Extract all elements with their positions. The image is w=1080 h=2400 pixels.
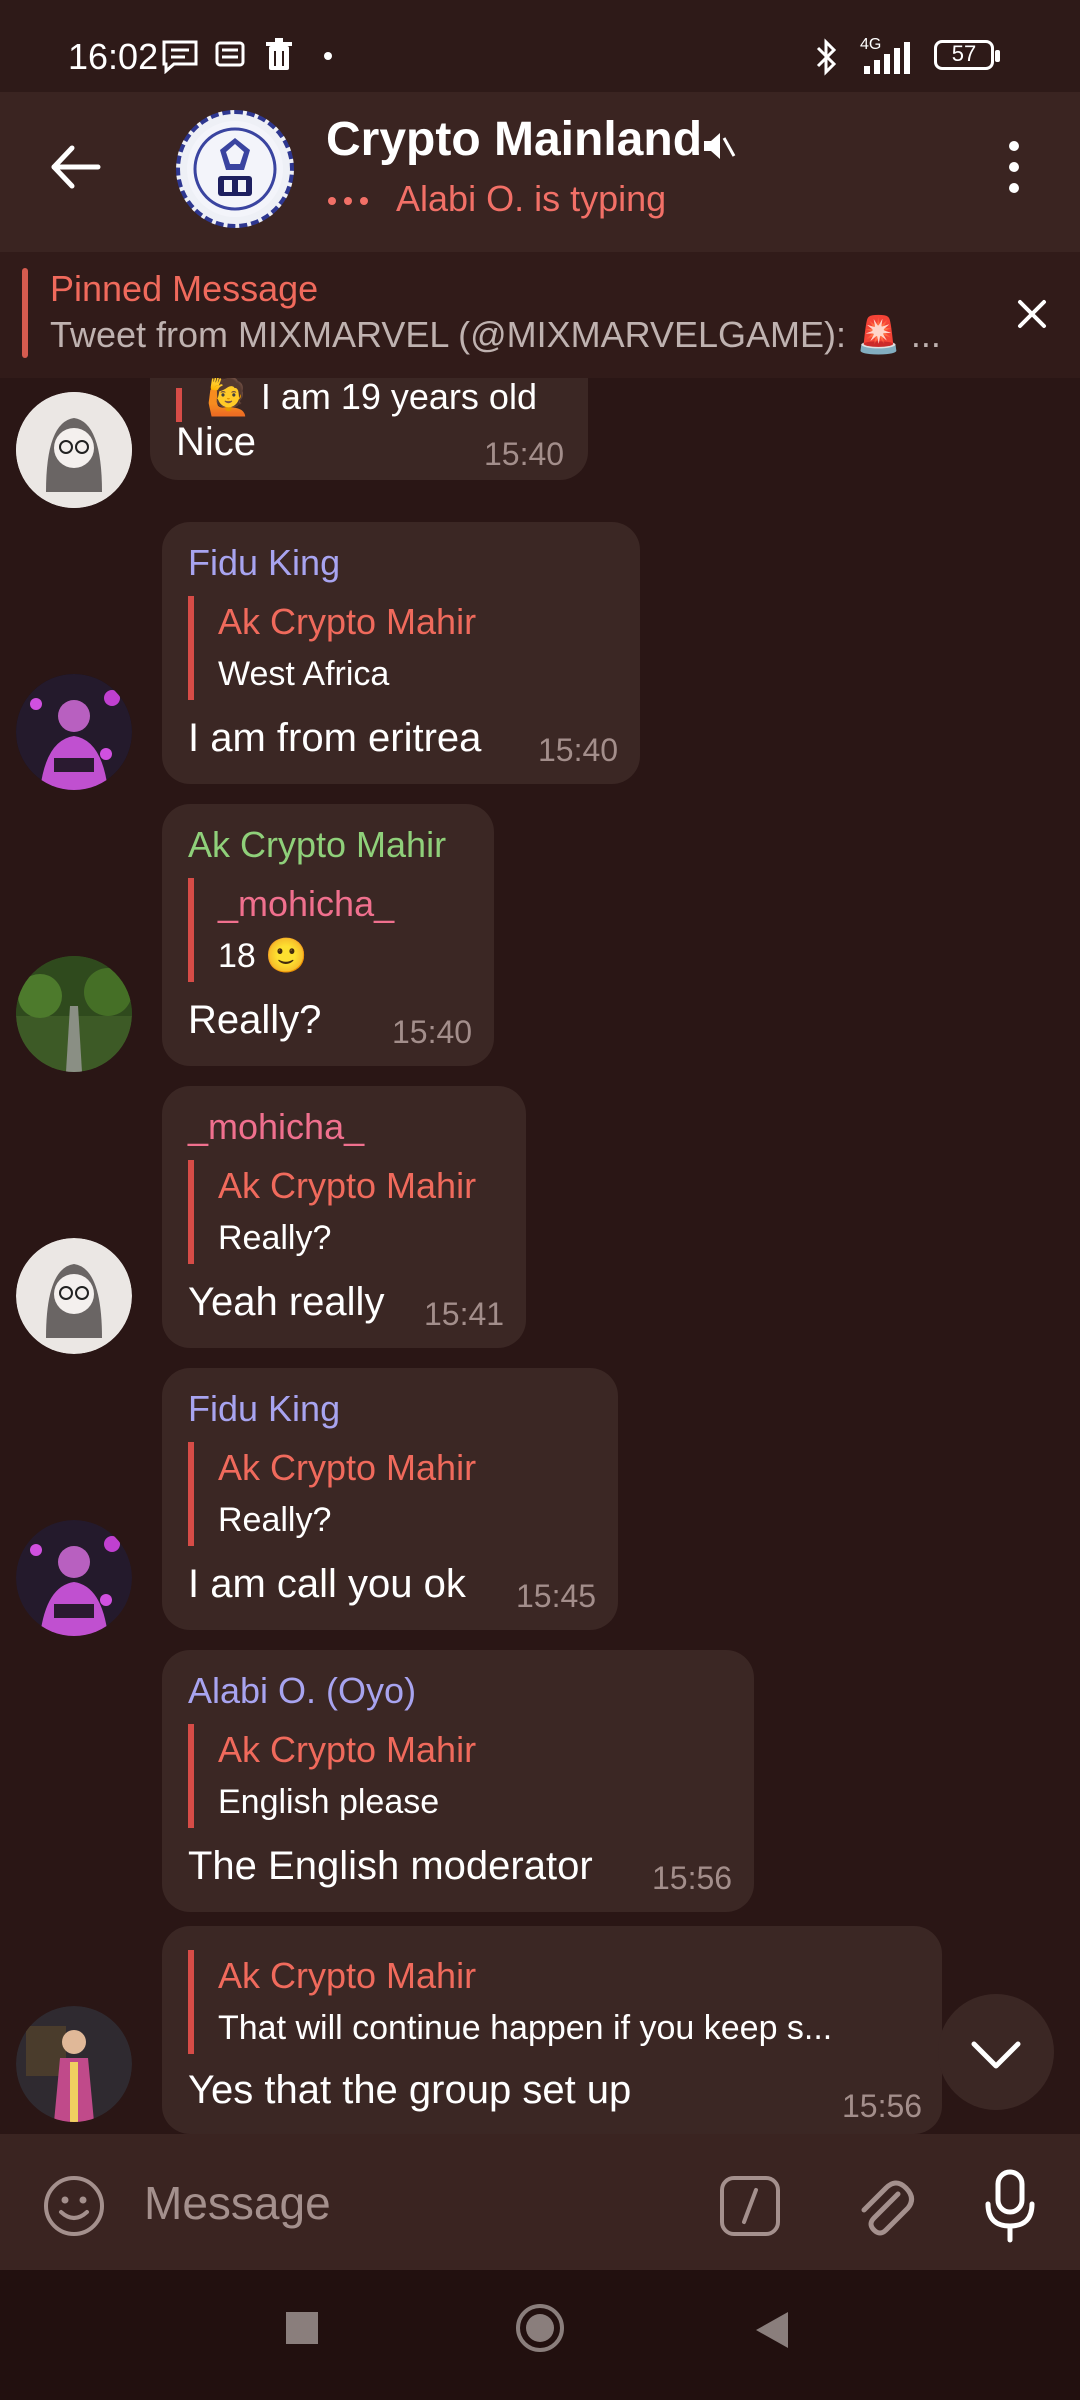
pinned-message-bar[interactable]: Pinned Message Tweet from MIXMARVEL (@MI… [0, 252, 1080, 378]
battery-icon: 57 [934, 40, 1000, 70]
message-text: Yes that the group set up [188, 2068, 632, 2112]
typing-indicator: Alabi O. is typing [326, 178, 666, 220]
message-time: 15:45 [516, 1578, 597, 1614]
message-text: I am from eritrea [188, 716, 482, 760]
reply-text: 18 🙂 [218, 937, 308, 975]
chat-title[interactable]: Crypto Mainland [326, 112, 702, 167]
pinned-text: Tweet from MIXMARVEL (@MIXMARVELGAME): 🚨… [50, 314, 941, 355]
reply-quote[interactable]: Ak Crypto Mahir Really? [188, 1442, 476, 1546]
message-text: Nice [176, 420, 257, 464]
message-bubble[interactable]: Fidu King Ak Crypto Mahir West Africa I … [162, 522, 640, 784]
more-options-icon[interactable] [994, 132, 1034, 202]
message-bubble[interactable]: _mohicha_ Ak Crypto Mahir Really? Yeah r… [162, 1086, 526, 1348]
avatar[interactable] [16, 1238, 132, 1354]
avatar[interactable] [16, 2006, 132, 2122]
reply-author: Ak Crypto Mahir [218, 601, 477, 642]
reply-quote[interactable]: Ak Crypto Mahir West Africa [188, 596, 476, 700]
message-text: I am call you ok [188, 1562, 466, 1606]
message-notification-icon [162, 40, 198, 74]
back-icon[interactable] [754, 2310, 790, 2350]
home-icon[interactable] [514, 2302, 566, 2354]
reply-text: Really? [218, 1219, 332, 1257]
message-bubble[interactable]: Ak Crypto Mahir That will continue happe… [162, 1926, 942, 2134]
bot-commands-icon[interactable] [718, 2174, 782, 2238]
message-bubble[interactable]: Alabi O. (Oyo) Ak Crypto Mahir English p… [162, 1650, 754, 1912]
reply-quote[interactable]: Ak Crypto Mahir Really? [188, 1160, 476, 1264]
reply-author: _mohicha_ [218, 883, 395, 924]
reply-text: 🙋 I am 19 years old [206, 378, 537, 417]
status-time: 16:02 [68, 36, 159, 77]
message-time: 15:40 [392, 1014, 473, 1050]
sender-name[interactable]: Fidu King [188, 542, 340, 584]
message-text: The English moderator [188, 1844, 593, 1888]
chevron-down-icon [971, 2041, 1021, 2069]
chat-header: Crypto Mainland Alabi O. is typing [0, 92, 1080, 252]
reply-quote[interactable]: Ak Crypto Mahir English please [188, 1724, 476, 1828]
pinned-title: Pinned Message [50, 268, 319, 309]
typing-dots-icon [328, 197, 368, 206]
reply-author: Ak Crypto Mahir [218, 1447, 477, 1488]
reply-author: Ak Crypto Mahir [218, 1729, 477, 1770]
reply-quote[interactable]: _mohicha_ 18 🙂 [188, 878, 394, 982]
back-arrow-icon[interactable] [40, 132, 110, 202]
reply-author: Ak Crypto Mahir [218, 1165, 477, 1206]
group-avatar[interactable] [176, 110, 294, 228]
reply-text: Really? [218, 1501, 332, 1539]
avatar[interactable] [16, 392, 132, 508]
message-time: 15:40 [538, 732, 619, 768]
message-bubble[interactable]: Fidu King Ak Crypto Mahir Really? I am c… [162, 1368, 618, 1630]
reply-author: Ak Crypto Mahir [218, 1955, 477, 1996]
recents-icon[interactable] [284, 2310, 320, 2346]
message-bubble[interactable]: 🙋 I am 19 years old Nice 15:40 [150, 378, 588, 480]
message-time: 15:56 [842, 2088, 923, 2124]
system-navigation-bar [0, 2270, 1080, 2400]
muted-speaker-icon [704, 133, 736, 159]
message-time: 15:56 [652, 1860, 733, 1896]
bluetooth-icon [816, 38, 837, 76]
typing-status: Alabi O. is typing [396, 178, 667, 219]
message-composer [0, 2134, 1080, 2270]
message-input[interactable] [142, 2164, 666, 2242]
message-bubble[interactable]: Ak Crypto Mahir _mohicha_ 18 🙂 Really? 1… [162, 804, 494, 1066]
reply-text: That will continue happen if you keep s.… [218, 2009, 833, 2047]
sender-name[interactable]: Fidu King [188, 1388, 340, 1430]
trash-icon [266, 38, 292, 70]
message-time: 15:41 [424, 1296, 505, 1332]
reply-text: West Africa [218, 655, 390, 693]
battery-level: 57 [951, 41, 977, 66]
avatar[interactable] [16, 1520, 132, 1636]
sender-name[interactable]: Ak Crypto Mahir [188, 824, 446, 866]
emoji-icon[interactable] [42, 2174, 106, 2238]
sender-name[interactable]: _mohicha_ [188, 1106, 364, 1148]
message-text: Yeah really [188, 1280, 385, 1324]
pinned-accent-bar [22, 268, 28, 358]
reply-quote[interactable]: 🙋 I am 19 years old [176, 379, 537, 422]
chat-messages[interactable]: 🙋 I am 19 years old Nice 15:40 Fidu King… [0, 378, 1080, 2134]
sender-name[interactable]: Alabi O. (Oyo) [188, 1670, 416, 1712]
microphone-icon[interactable] [980, 2168, 1040, 2244]
news-icon [215, 41, 245, 67]
reply-quote[interactable]: Ak Crypto Mahir That will continue happe… [188, 1950, 832, 2054]
avatar[interactable] [16, 956, 132, 1072]
message-time: 15:40 [484, 436, 565, 472]
reply-text: English please [218, 1783, 440, 1821]
message-text: Really? [188, 998, 322, 1042]
paperclip-icon[interactable] [852, 2170, 916, 2240]
signal-icon [864, 42, 910, 74]
avatar[interactable] [16, 674, 132, 790]
status-bar: 16:02 4G 57 [0, 0, 1080, 92]
scroll-down-button[interactable] [938, 1994, 1054, 2110]
dot-icon [324, 52, 332, 60]
close-icon[interactable] [1010, 292, 1054, 336]
